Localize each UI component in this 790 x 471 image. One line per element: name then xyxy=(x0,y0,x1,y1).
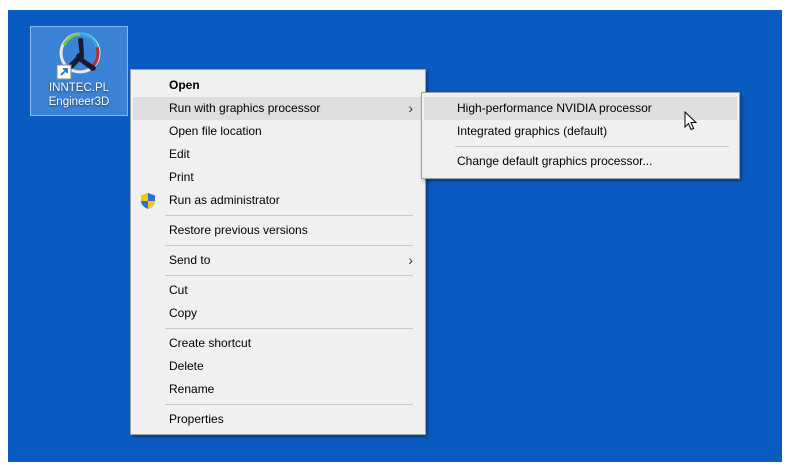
menu-item-delete[interactable]: Delete xyxy=(133,355,423,378)
chevron-right-icon: › xyxy=(408,252,413,268)
desktop-icon-label: INNTEC.PL Engineer3D xyxy=(31,81,127,109)
chevron-right-icon: › xyxy=(408,100,413,116)
menu-item-edit[interactable]: Edit xyxy=(133,143,423,166)
desktop-shortcut[interactable]: INNTEC.PL Engineer3D xyxy=(30,26,128,116)
menu-item-create-shortcut[interactable]: Create shortcut xyxy=(133,332,423,355)
app-shortcut-icon xyxy=(56,32,101,80)
menu-separator xyxy=(165,275,413,276)
menu-separator xyxy=(165,404,413,405)
menu-separator xyxy=(165,245,413,246)
graphics-processor-submenu: High-performance NVIDIA processor Integr… xyxy=(421,92,740,179)
menu-item-run-with-graphics-processor[interactable]: Run with graphics processor › xyxy=(133,97,423,120)
menu-separator xyxy=(165,215,413,216)
mouse-cursor-icon xyxy=(684,111,698,131)
menu-item-properties[interactable]: Properties xyxy=(133,408,423,431)
menu-item-cut[interactable]: Cut xyxy=(133,279,423,302)
menu-item-rename[interactable]: Rename xyxy=(133,378,423,401)
menu-item-copy[interactable]: Copy xyxy=(133,302,423,325)
submenu-item-change-default-gpu[interactable]: Change default graphics processor... xyxy=(424,150,737,173)
context-menu: Open Run with graphics processor › Open … xyxy=(130,69,426,435)
menu-separator xyxy=(165,328,413,329)
menu-item-run-as-administrator[interactable]: Run as administrator xyxy=(133,189,423,212)
menu-item-open-file-location[interactable]: Open file location xyxy=(133,120,423,143)
shield-icon xyxy=(141,193,155,209)
menu-item-print[interactable]: Print xyxy=(133,166,423,189)
menu-item-open[interactable]: Open xyxy=(133,74,423,97)
icon-name-line2: Engineer3D xyxy=(48,96,110,108)
menu-separator xyxy=(455,146,729,147)
menu-item-send-to[interactable]: Send to › xyxy=(133,249,423,272)
menu-item-restore-previous-versions[interactable]: Restore previous versions xyxy=(133,219,423,242)
icon-name-line1: INNTEC.PL xyxy=(48,82,110,94)
